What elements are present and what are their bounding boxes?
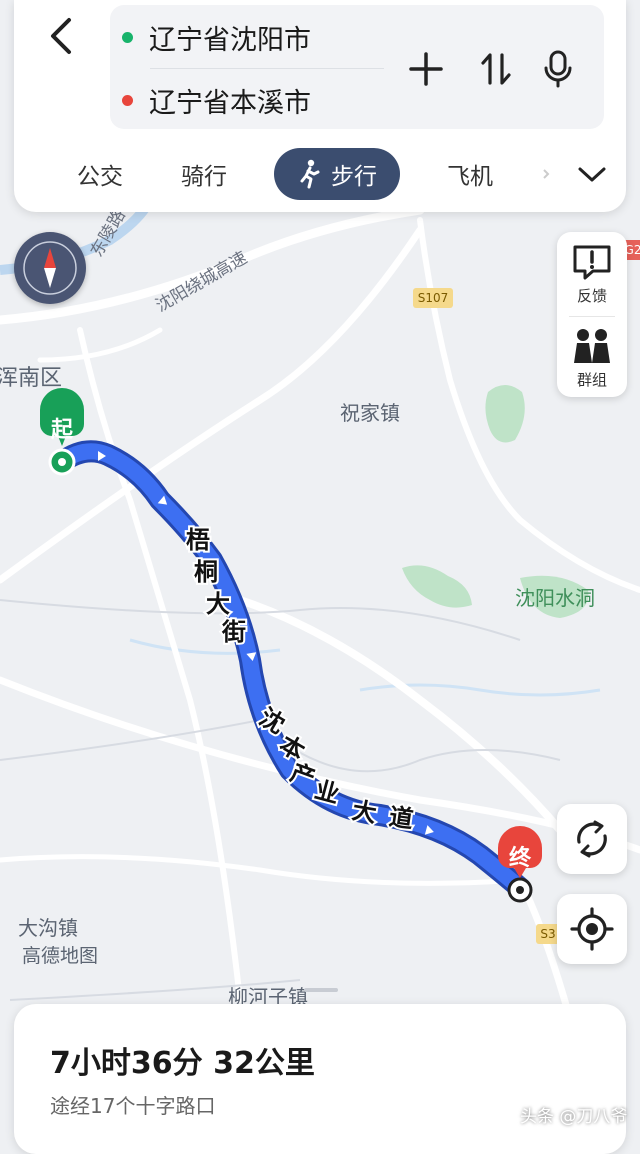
locate-icon [570,907,614,951]
add-waypoint-button[interactable] [402,45,450,93]
place-label-zhujia: 祝家镇 [340,401,400,425]
refresh-icon [577,820,607,858]
place-label-hunnan: 浑南区 [0,366,62,391]
route-intersections: 途经17个十字路口 [50,1094,216,1118]
locate-me-button[interactable] [557,894,627,964]
plus-icon [409,52,443,86]
side-tool-panel: 反馈 群组 [557,232,627,397]
tab-walking[interactable]: 步行 [274,148,400,200]
highway-badge-s107: S107 [413,288,453,308]
truncated-tab-icon [543,169,550,179]
compass-button[interactable] [14,232,86,304]
address-box: 辽宁省沈阳市 辽宁省本溪市 [110,5,604,129]
route-street-char: 街 [221,618,246,646]
place-label-dagou: 大沟镇 [18,916,78,940]
feedback-label: 反馈 [576,286,607,305]
route-street-char: 桐 [194,558,218,586]
watermark: 头条 @刀八爷 [520,1107,628,1127]
route-header-card: 辽宁省沈阳市 辽宁省本溪市 公交 骑行 步行 飞机 [14,0,626,212]
chevron-down-icon [578,167,606,182]
route-street-char: 大 [350,796,378,828]
group-icon [574,328,610,363]
svg-text:S3: S3 [540,927,555,941]
route-summary-card[interactable]: 7小时36分 32公里 途经17个十字路口 [14,988,626,1154]
compass-icon [23,241,77,295]
feedback-icon [573,245,611,279]
walking-icon [300,159,320,189]
address-divider [150,68,384,69]
drag-handle[interactable] [304,988,338,992]
map-attribution: 高德地图 [22,945,98,967]
back-button[interactable] [36,10,88,62]
swap-button[interactable] [472,45,520,93]
origin-dot-icon [122,31,133,43]
group-button[interactable]: 群组 [557,318,627,398]
tab-flight[interactable]: 飞机 [430,148,510,200]
expand-modes-button[interactable] [570,148,614,200]
route-street-char: 梧 [186,526,210,554]
svg-text:起: 起 [50,418,74,443]
chevron-left-icon [51,18,71,54]
side-panel-divider [569,316,615,317]
destination-field[interactable]: 辽宁省本溪市 [122,80,311,120]
svg-text:终: 终 [509,845,532,871]
route-time-distance: 7小时36分 32公里 [50,1046,315,1081]
svg-text:S107: S107 [418,291,449,305]
swap-icon [481,53,511,85]
place-label-shuidong: 沈阳水洞 [515,586,595,610]
travel-mode-tabs: 公交 骑行 步行 飞机 [14,148,626,200]
destination-text: 辽宁省本溪市 [149,87,311,119]
destination-dot-icon [122,94,133,106]
tab-walking-label: 步行 [331,164,377,190]
route-street-char: 大 [206,590,230,618]
tab-overflow-hint [542,148,550,200]
voice-input-button[interactable] [534,45,582,93]
group-label: 群组 [576,370,607,389]
origin-text: 辽宁省沈阳市 [149,24,311,56]
microphone-icon [544,50,572,88]
origin-field[interactable]: 辽宁省沈阳市 [122,17,311,57]
refresh-route-button[interactable] [557,804,627,874]
route-street-char: 道 [387,803,415,834]
feedback-button[interactable]: 反馈 [557,234,627,314]
tab-cycling[interactable]: 骑行 [164,148,244,200]
tab-bus[interactable]: 公交 [60,148,140,200]
